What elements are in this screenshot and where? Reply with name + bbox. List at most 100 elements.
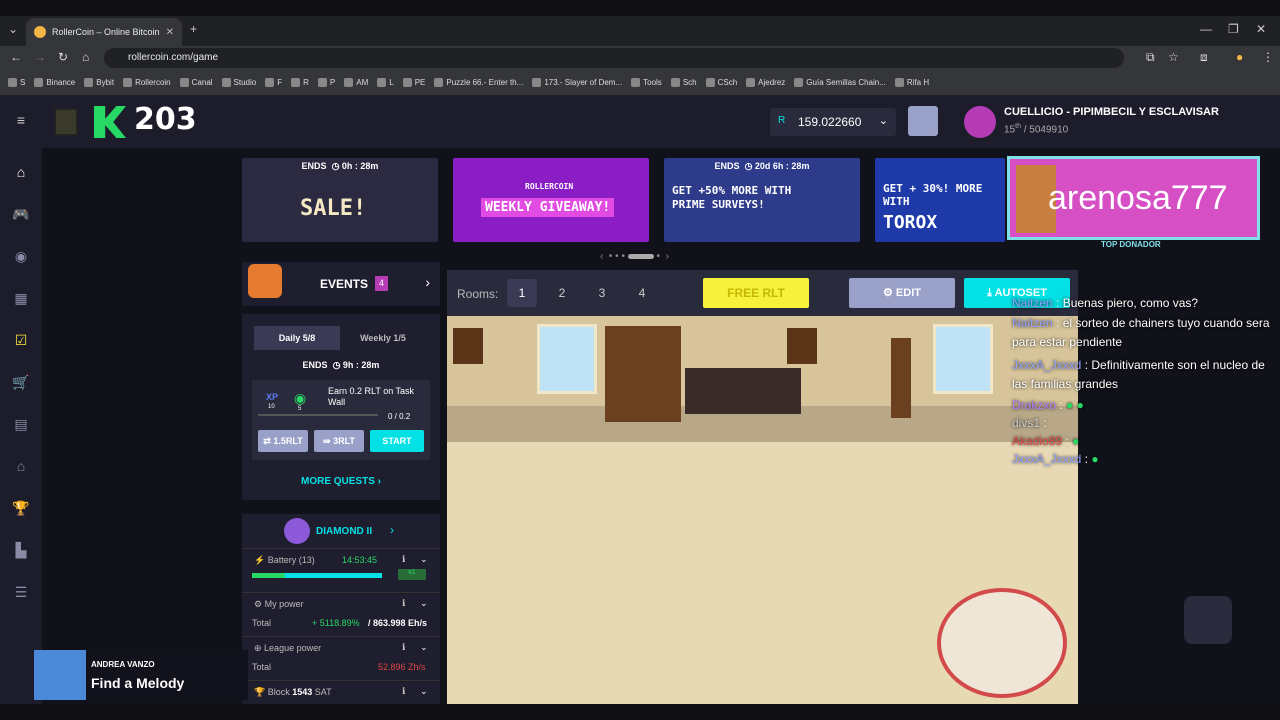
marketplace-nav-icon[interactable]: 🛒 — [12, 374, 30, 390]
events-header[interactable]: EVENTS 4 › — [242, 262, 440, 306]
support-fox-button[interactable] — [1184, 596, 1232, 644]
tasks-nav-icon[interactable]: ☑ — [12, 332, 30, 348]
stream-chat: Naitzen : Buenas piero, como vas? Naitze… — [1012, 296, 1272, 470]
events-nav-icon[interactable]: ▦ — [12, 290, 30, 306]
bookmark-item[interactable]: Guía Semillas Chain... — [794, 78, 886, 87]
reload-icon[interactable]: ↻ — [58, 50, 68, 64]
address-bar-row: ← → ↻ ⌂ rollercoin.com/game ⧉ ☆ ⧈ ● ⋮ — [0, 46, 1280, 70]
home-nav-icon[interactable]: ⌂ — [12, 164, 30, 180]
league-name[interactable]: DIAMOND II — [316, 526, 372, 537]
bookmark-item[interactable]: L — [377, 78, 394, 87]
bookmark-item[interactable]: 173.- Slayer of Dem... — [532, 78, 622, 87]
hamburger-menu-icon[interactable]: ≡ — [12, 112, 30, 128]
carousel-dots[interactable]: ‹ • • • • › — [600, 251, 669, 262]
rollercoin-app: ≡ 203 R 159.022660 ⌄ CUELLICIO - PIPIMBE… — [0, 96, 1280, 704]
chevron-down-icon[interactable]: ⌄ — [420, 642, 428, 653]
close-tab-icon[interactable]: ✕ — [166, 27, 174, 38]
url-input[interactable]: rollercoin.com/game — [104, 48, 1124, 68]
home-icon[interactable]: ⌂ — [82, 50, 89, 64]
bookmark-item[interactable]: Studio — [221, 78, 256, 87]
close-window-icon[interactable]: ✕ — [1256, 22, 1266, 36]
more-quests-link[interactable]: MORE QUESTS › — [242, 476, 440, 487]
tab-weekly[interactable]: Weekly 1/5 — [340, 326, 426, 350]
bookmark-item[interactable]: PE — [402, 78, 425, 87]
info-icon[interactable]: ℹ — [402, 686, 405, 697]
edit-room-button[interactable]: ⚙ EDIT — [849, 278, 955, 308]
browser-tab[interactable]: RollerCoin – Online Bitcoin Min ✕ — [26, 18, 182, 46]
mining-room[interactable] — [447, 316, 1078, 704]
bookmark-icon — [377, 78, 387, 87]
tab-list-icon[interactable]: ⌄ — [8, 22, 18, 36]
level-k-icon — [94, 106, 126, 138]
games-nav-icon[interactable]: 🎮 — [12, 206, 30, 222]
chevron-down-icon[interactable]: ⌄ — [420, 686, 428, 697]
install-app-icon[interactable]: ⧉ — [1146, 50, 1155, 65]
bookmark-item[interactable]: P — [317, 78, 335, 87]
room-1-button[interactable]: 1 — [507, 279, 537, 307]
browser-tabstrip: ⌄ RollerCoin – Online Bitcoin Min ✕ + — … — [0, 16, 1280, 46]
bookmark-item[interactable]: AM — [344, 78, 368, 87]
storage-nav-icon[interactable]: ▤ — [12, 416, 30, 432]
bookmark-item[interactable]: Ajedrez — [746, 78, 785, 87]
start-quest-button[interactable]: START — [370, 430, 424, 452]
room-3-button[interactable]: 3 — [587, 279, 617, 307]
bookmark-item[interactable]: Bybit — [84, 78, 114, 87]
miner-racks-top — [457, 452, 1073, 574]
wallet-button[interactable] — [908, 106, 938, 136]
info-icon[interactable]: ℹ — [402, 642, 405, 653]
prime-surveys-banner[interactable]: ENDS ◷ 20d 6h : 28m GET +50% MORE WITH P… — [664, 158, 860, 242]
giveaway-banner[interactable]: ROLLERCOIN WEEKLY GIVEAWAY! — [453, 158, 649, 242]
desk-setup — [685, 368, 801, 414]
skip-1-5rlt-button[interactable]: ⇄ 1.5RLT — [258, 430, 308, 452]
info-icon[interactable]: ℹ — [402, 598, 405, 609]
chevron-down-icon[interactable]: ⌄ — [420, 554, 428, 565]
shop-nav-icon[interactable]: ⌂ — [12, 458, 30, 474]
minimize-icon[interactable]: — — [1200, 22, 1212, 36]
screen: ⌄ RollerCoin – Online Bitcoin Min ✕ + — … — [0, 0, 1280, 720]
extensions-icon[interactable]: ⧈ — [1200, 50, 1208, 65]
factory-nav-icon[interactable]: ▙ — [12, 542, 30, 558]
bookmark-star-icon[interactable]: ☆ — [1168, 50, 1179, 64]
list-nav-icon[interactable]: ☰ — [12, 584, 30, 600]
menu-kebab-icon[interactable]: ⋮ — [1262, 50, 1274, 64]
bookmark-icon — [179, 78, 189, 87]
bookmark-item[interactable]: Rollercoin — [123, 78, 171, 87]
events-title: EVENTS — [320, 277, 369, 291]
block-row: 🏆 Block 1543 SAT ℹ ⌄ — [242, 680, 440, 704]
username[interactable]: CUELLICIO - PIPIMBECIL Y ESCLAVISAR — [1004, 106, 1219, 118]
bookmark-item[interactable]: R — [291, 78, 309, 87]
bookmark-item[interactable]: Tools — [631, 78, 662, 87]
free-rlt-button[interactable]: FREE RLT — [703, 278, 809, 308]
skip-3rlt-button[interactable]: ⇛ 3RLT — [314, 430, 364, 452]
events-fox-icon — [248, 264, 282, 298]
bookmark-item[interactable]: Canal — [179, 78, 213, 87]
info-icon[interactable]: ℹ — [402, 554, 405, 565]
maximize-icon[interactable]: ❐ — [1228, 22, 1239, 36]
tab-daily[interactable]: Daily 5/8 — [254, 326, 340, 350]
bookmark-icon — [705, 78, 715, 87]
bookmark-item[interactable]: S — [8, 78, 25, 87]
player-avatar[interactable] — [54, 108, 78, 136]
forward-icon[interactable]: → — [34, 50, 46, 64]
chevron-down-icon[interactable]: ⌄ — [420, 598, 428, 609]
user-avatar[interactable] — [964, 106, 996, 138]
new-tab-icon[interactable]: + — [190, 22, 197, 36]
bookmark-item[interactable]: CSch — [705, 78, 737, 87]
trophy-nav-icon[interactable]: 🏆 — [12, 500, 30, 516]
xp-icon: XP — [266, 392, 279, 402]
profile-icon[interactable]: ● — [1236, 50, 1243, 64]
bookmark-item[interactable]: Binance — [34, 78, 75, 87]
balance-dropdown[interactable]: R 159.022660 ⌄ — [770, 108, 896, 136]
bookmark-item[interactable]: F — [265, 78, 282, 87]
bookmark-icon — [34, 78, 44, 87]
back-icon[interactable]: ← — [10, 50, 22, 64]
bookmark-item[interactable]: Puzzle 66.- Enter th... — [434, 78, 523, 87]
banner-text: SALE! — [300, 196, 367, 221]
room-2-button[interactable]: 2 — [547, 279, 577, 307]
room-4-button[interactable]: 4 — [627, 279, 657, 307]
rlt-nav-icon[interactable]: ◉ — [12, 248, 30, 264]
bookmark-item[interactable]: Sch — [670, 78, 697, 87]
torox-banner[interactable]: GET + 30%! MORE WITH TOROX — [875, 158, 1005, 242]
bookmark-item[interactable]: Rifa H — [894, 78, 929, 87]
sale-banner[interactable]: ENDS ◷ 0h : 28m SALE! — [242, 158, 438, 242]
